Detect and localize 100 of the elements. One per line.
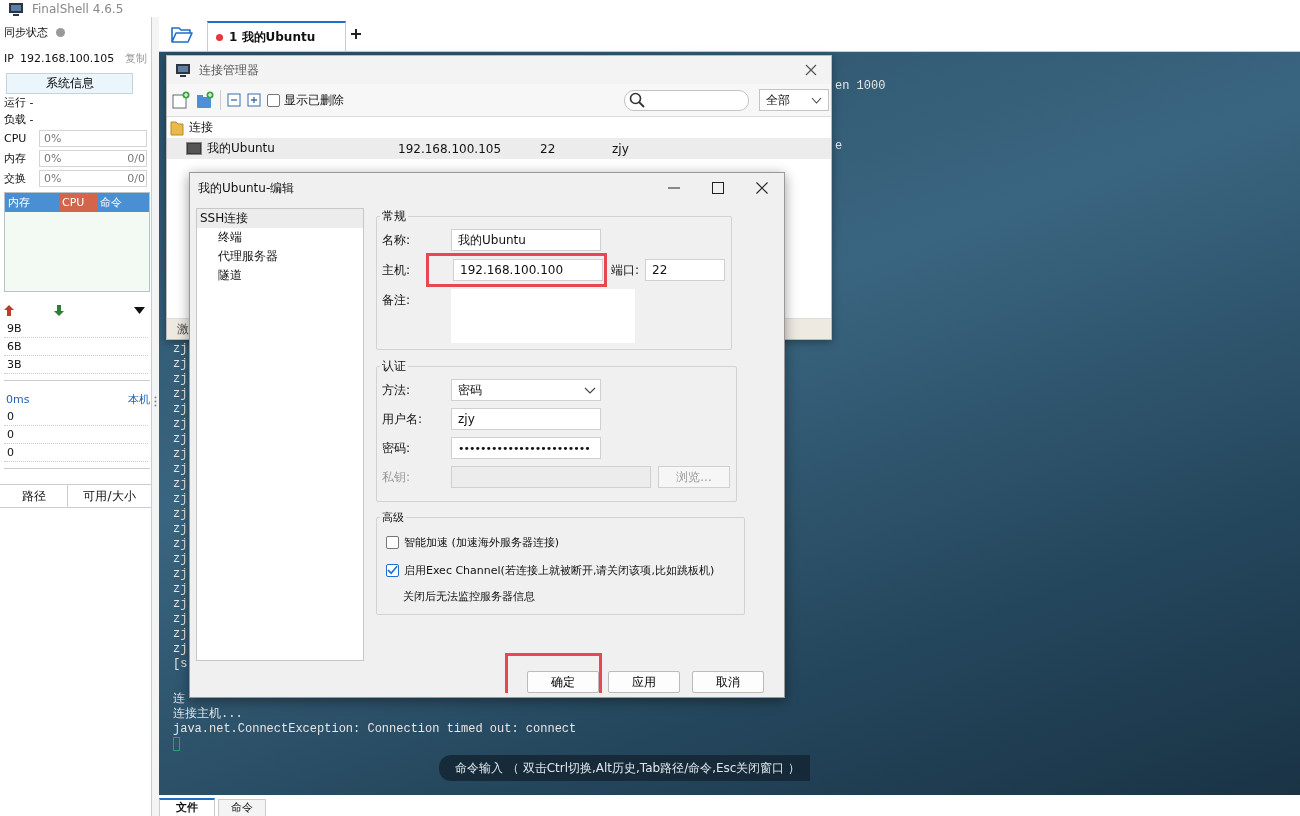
method-dropdown[interactable]: 密码 bbox=[451, 379, 601, 401]
terminal-line: zj bbox=[173, 447, 188, 462]
download-arrow-icon bbox=[54, 304, 64, 316]
terminal-line: [s bbox=[173, 657, 188, 672]
scale-label: 6B bbox=[7, 340, 22, 353]
terminal-line: zj bbox=[173, 357, 188, 372]
terminal-line: zj bbox=[173, 432, 188, 447]
option-note: 关闭后无法监控服务器信息 bbox=[402, 589, 536, 605]
terminal-line: zj bbox=[173, 522, 188, 537]
folder-icon[interactable] bbox=[171, 25, 193, 43]
window-title: 连接管理器 bbox=[199, 61, 260, 79]
field-label: 私钥: bbox=[382, 468, 412, 486]
terminal-line: en 1000 bbox=[835, 79, 886, 94]
computer-icon bbox=[175, 62, 191, 78]
dropdown-caret-icon[interactable] bbox=[134, 306, 145, 314]
terminal-line: 连 bbox=[173, 692, 185, 707]
checkbox-label: 智能加速 (加速海外服务器连接) bbox=[404, 534, 560, 550]
checkbox-label: 启用Exec Channel(若连接上就被断开,请关闭该项,比如跳板机) bbox=[404, 562, 715, 578]
checkbox[interactable] bbox=[386, 535, 399, 549]
field-label: 主机: bbox=[382, 261, 412, 279]
host-field[interactable]: 192.168.100.100 bbox=[453, 259, 603, 281]
field-label: 名称: bbox=[382, 231, 412, 249]
search-field[interactable] bbox=[624, 89, 749, 111]
panel-tab[interactable]: 文件 bbox=[159, 798, 215, 816]
nav-item[interactable]: 隧道 bbox=[197, 266, 363, 285]
checkbox-label: 显示已删除 bbox=[284, 91, 344, 109]
terminal-line: zj bbox=[173, 582, 188, 597]
column-header[interactable]: 路径 bbox=[0, 485, 68, 507]
new-folder-icon[interactable] bbox=[196, 91, 214, 109]
new-file-icon[interactable] bbox=[172, 91, 190, 109]
nav-item[interactable]: SSH连接 bbox=[197, 209, 363, 228]
folder-icon bbox=[170, 119, 184, 136]
usage-amount: 0/0 bbox=[127, 171, 145, 185]
connection-name: 我的Ubuntu bbox=[207, 140, 276, 157]
latency-reading: 0ms bbox=[6, 392, 30, 406]
password-field[interactable]: •••••••••••••••••••••••• bbox=[451, 437, 601, 459]
nav-item[interactable]: 代理服务器 bbox=[197, 247, 363, 266]
terminal-line: zj bbox=[173, 402, 188, 417]
group-title: 高级 bbox=[381, 510, 405, 525]
field-label: 密码: bbox=[382, 439, 412, 457]
close-icon[interactable] bbox=[756, 182, 768, 194]
usage-amount: 0/0 bbox=[127, 151, 145, 165]
terminal-line: zj bbox=[173, 387, 188, 402]
meter-label: CPU bbox=[4, 131, 28, 145]
field-label: 方法: bbox=[382, 381, 412, 399]
column-header[interactable]: 可用/大小 bbox=[68, 485, 151, 507]
usage-reading: 0% bbox=[44, 171, 62, 185]
terminal-line: zj bbox=[173, 372, 188, 387]
field-label: 端口: bbox=[611, 261, 641, 279]
filter-dropdown[interactable]: 全部 bbox=[759, 89, 829, 111]
dialog-button[interactable]: 应用 bbox=[608, 671, 680, 693]
scale-label: 0 bbox=[7, 410, 14, 423]
system-info-button[interactable]: 系统信息 bbox=[6, 73, 133, 94]
search-icon bbox=[629, 92, 645, 108]
expand-icon[interactable] bbox=[247, 93, 261, 107]
terminal-line: zj bbox=[173, 342, 188, 357]
close-icon[interactable] bbox=[805, 64, 817, 76]
usage-reading: 0% bbox=[44, 131, 62, 145]
computer-icon bbox=[8, 0, 24, 17]
terminal-cursor bbox=[173, 737, 180, 751]
session-tab[interactable]: 1 我的Ubuntu bbox=[207, 21, 347, 51]
window-title: 我的Ubuntu-编辑 bbox=[198, 179, 295, 197]
name-field[interactable]: 我的Ubuntu bbox=[451, 229, 601, 251]
window-title: FinalShell 4.6.5 bbox=[32, 1, 124, 16]
port-field[interactable]: 22 bbox=[645, 259, 725, 281]
panel-tab[interactable]: 命令 bbox=[218, 799, 266, 816]
username-field[interactable]: zjy bbox=[451, 408, 601, 430]
tree-folder[interactable]: 连接 bbox=[167, 117, 831, 138]
terminal-line: zj bbox=[173, 477, 188, 492]
command-input-hint[interactable]: 命令输入 （ 双击Ctrl切换,Alt历史,Tab路径/命令,Esc关闭窗口 ） bbox=[439, 755, 811, 781]
plus-icon[interactable] bbox=[350, 28, 363, 40]
nav-item[interactable]: 终端 bbox=[197, 228, 363, 247]
terminal-line: e bbox=[835, 139, 843, 154]
terminal-line: 连接主机... bbox=[173, 707, 243, 722]
stat-text: 运行 - bbox=[4, 95, 34, 110]
collapse-icon[interactable] bbox=[227, 93, 241, 107]
sync-status-label: 同步状态 bbox=[4, 24, 48, 40]
connection-port: 22 bbox=[540, 141, 557, 156]
dialog-button[interactable]: 确定 bbox=[527, 671, 599, 693]
upload-arrow-icon bbox=[4, 304, 14, 316]
checkbox[interactable] bbox=[267, 93, 280, 107]
field-label: 用户名: bbox=[382, 410, 424, 428]
connection-row[interactable]: 我的Ubuntu 192.168.100.105 22 zjy bbox=[167, 138, 831, 159]
maximize-icon[interactable] bbox=[712, 182, 724, 194]
ip-address: 192.168.100.105 bbox=[19, 51, 116, 65]
group-title: 常规 bbox=[381, 208, 407, 225]
meter-label: 内存 bbox=[4, 150, 27, 166]
terminal-line: zj bbox=[173, 597, 188, 612]
chevron-down-icon bbox=[811, 96, 822, 104]
terminal-line: zj bbox=[173, 537, 188, 552]
monitor-tab[interactable]: CPU bbox=[59, 193, 97, 212]
dialog-button[interactable]: 取消 bbox=[692, 671, 764, 693]
splitter-grip-icon[interactable] bbox=[154, 396, 157, 407]
scale-label: 3B bbox=[7, 358, 22, 371]
host-link[interactable]: 本机 bbox=[128, 391, 150, 407]
terminal-icon bbox=[186, 142, 202, 155]
terminal-line: zj bbox=[173, 627, 188, 642]
terminal-line: zj bbox=[173, 642, 188, 657]
terminal-line: zj bbox=[173, 567, 188, 582]
checkbox[interactable] bbox=[386, 563, 399, 577]
